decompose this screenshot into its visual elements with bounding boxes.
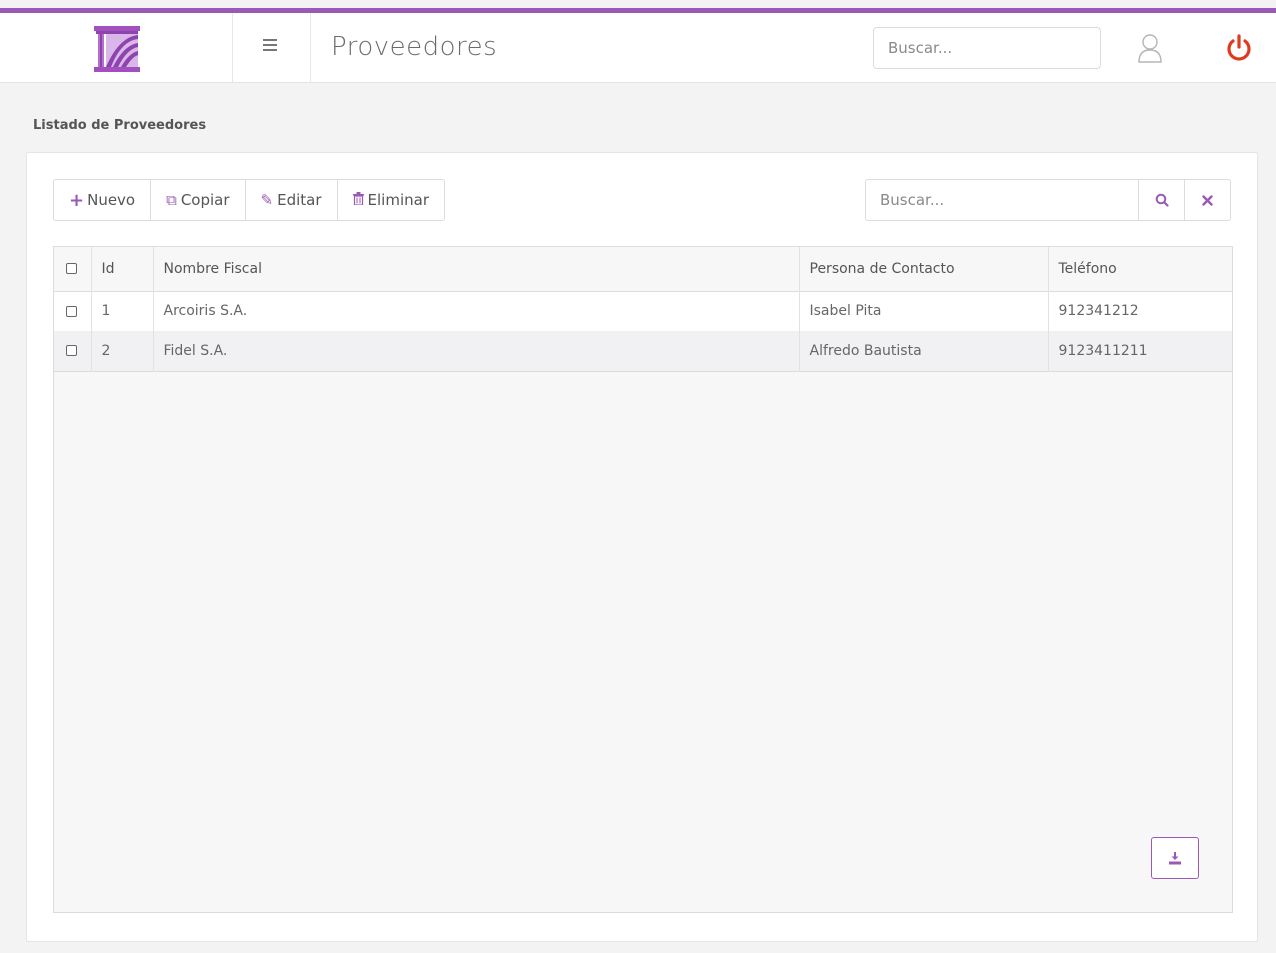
trash-icon: [352, 191, 364, 209]
new-button[interactable]: + Nuevo: [54, 180, 152, 220]
search-icon: [1155, 193, 1169, 207]
app-header: Proveedores: [0, 13, 1276, 83]
delete-button-label: Eliminar: [367, 191, 429, 209]
cell-phone: 9123411211: [1058, 342, 1148, 359]
column-header-name[interactable]: Nombre Fiscal: [153, 247, 800, 291]
row-checkbox[interactable]: [66, 345, 77, 357]
cell-name: Fidel S.A.: [153, 331, 800, 371]
plus-icon: +: [69, 189, 85, 211]
table-search-input[interactable]: [866, 180, 1138, 220]
suppliers-table: Id Nombre Fiscal Persona de Contacto Tel…: [53, 246, 1233, 913]
close-icon: [1202, 194, 1213, 206]
edit-icon: ✎: [260, 191, 274, 209]
copy-button[interactable]: ⧉ Copiar: [151, 180, 246, 220]
cell-contact: Isabel Pita: [799, 291, 1049, 331]
table-header-row: Id Nombre Fiscal Persona de Contacto Tel…: [54, 247, 1232, 291]
clear-search-button[interactable]: [1184, 180, 1230, 220]
section-title: Listado de Proveedores: [33, 118, 207, 133]
row-checkbox-cell: [54, 331, 92, 371]
delete-button[interactable]: Eliminar: [338, 180, 444, 220]
page-title: Proveedores: [331, 32, 498, 62]
column-header-phone[interactable]: Teléfono: [1048, 247, 1232, 291]
download-icon: [1169, 852, 1181, 865]
cell-id: 2: [91, 331, 154, 371]
edit-button-label: Editar: [277, 191, 322, 209]
cell-name: Arcoiris S.A.: [153, 291, 800, 331]
column-header-id[interactable]: Id: [91, 247, 154, 291]
user-icon[interactable]: [1138, 33, 1162, 63]
content-panel: + Nuevo ⧉ Copiar ✎ Editar Eliminar Busca…: [26, 152, 1258, 942]
cell-contact: Alfredo Bautista: [799, 331, 1049, 371]
power-icon[interactable]: [1225, 33, 1253, 63]
row-checkbox[interactable]: [66, 305, 77, 317]
copy-button-label: Copiar: [180, 191, 230, 209]
select-all-checkbox[interactable]: [66, 263, 77, 275]
edit-button[interactable]: ✎ Editar: [246, 180, 338, 220]
table-row[interactable]: 1 Arcoiris S.A. Isabel Pita 912341212: [54, 291, 1232, 331]
cell-phone: 912341212: [1058, 303, 1139, 320]
column-header-contact[interactable]: Persona de Contacto: [799, 247, 1049, 291]
menu-toggle-area: [233, 13, 311, 83]
table-search-group: [865, 179, 1231, 221]
select-all-header: [54, 247, 92, 291]
export-button[interactable]: [1151, 837, 1199, 879]
table-row[interactable]: 2 Fidel S.A. Alfredo Bautista 9123411211: [54, 331, 1232, 371]
new-button-label: Nuevo: [87, 191, 136, 209]
hamburger-menu-icon[interactable]: [263, 39, 277, 53]
header-search-input[interactable]: [873, 27, 1101, 69]
copy-icon: ⧉: [166, 191, 177, 209]
search-button[interactable]: [1138, 180, 1184, 220]
logo-area: [0, 13, 233, 83]
row-checkbox-cell: [54, 291, 92, 331]
app-logo[interactable]: [91, 25, 143, 73]
action-button-group: + Nuevo ⧉ Copiar ✎ Editar Eliminar: [53, 179, 445, 221]
cell-id: 1: [91, 291, 154, 331]
